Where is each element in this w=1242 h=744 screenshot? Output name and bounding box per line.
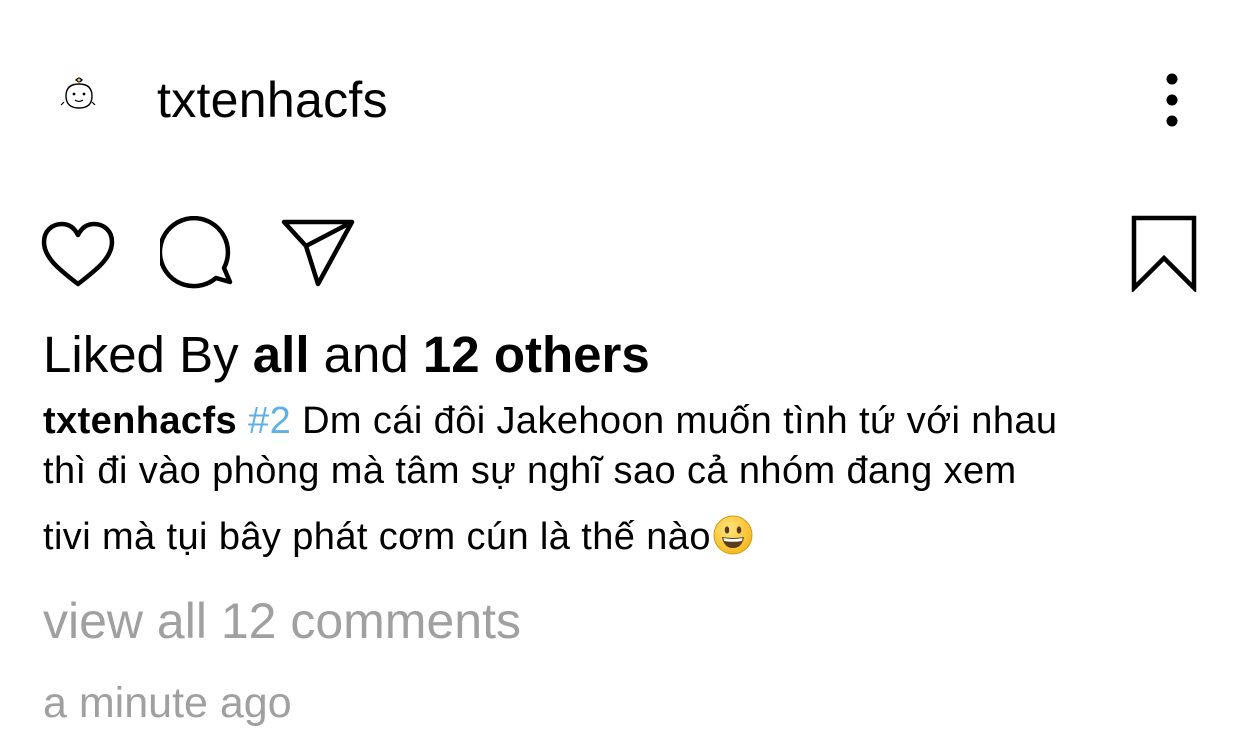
caption-line-1: txtenhacfs #2 Dm cái đôi Jakehoon muốn t… [43, 396, 1213, 446]
caption-text-1: Dm cái đôi Jakehoon muốn tình tứ với nha… [291, 400, 1058, 442]
avatar[interactable] [58, 74, 98, 114]
share-button[interactable] [280, 218, 356, 293]
comment-bubble-icon [157, 215, 233, 289]
post-username[interactable]: txtenhacfs [157, 70, 388, 130]
likes-prefix: Liked By [43, 326, 253, 383]
doodle-avatar-icon [60, 77, 96, 109]
post-timestamp: a minute ago [43, 679, 292, 727]
caption-hashtag[interactable]: #2 [248, 400, 291, 442]
caption-line-2: thì đi vào phòng mà tâm sự nghĩ sao cả n… [43, 450, 1017, 492]
view-all-comments-link[interactable]: view all 12 comments [43, 591, 521, 651]
more-options-button[interactable] [1150, 72, 1194, 128]
likes-summary[interactable]: Liked By all and 12 others [43, 325, 650, 385]
heart-icon [41, 221, 115, 287]
more-vertical-icon [1166, 73, 1178, 127]
post-caption: txtenhacfs #2 Dm cái đôi Jakehoon muốn t… [43, 396, 1213, 562]
caption-text-3: tivi mà tụi bây phát cơm cún là thế nào [43, 516, 711, 558]
paper-plane-icon [281, 219, 355, 287]
post-header: txtenhacfs [0, 52, 1242, 152]
save-button[interactable] [1130, 214, 1198, 297]
likes-user[interactable]: all [253, 326, 310, 383]
grinning-face-emoji-icon [713, 515, 753, 555]
caption-line-3: tivi mà tụi bây phát cơm cún là thế nào [43, 512, 1213, 562]
likes-others[interactable]: 12 others [423, 326, 650, 383]
comment-button[interactable] [157, 215, 238, 297]
likes-joiner: and [309, 326, 423, 383]
like-button[interactable] [40, 220, 116, 295]
bookmark-icon [1131, 215, 1197, 294]
action-bar [0, 210, 1242, 300]
caption-username[interactable]: txtenhacfs [43, 400, 237, 442]
